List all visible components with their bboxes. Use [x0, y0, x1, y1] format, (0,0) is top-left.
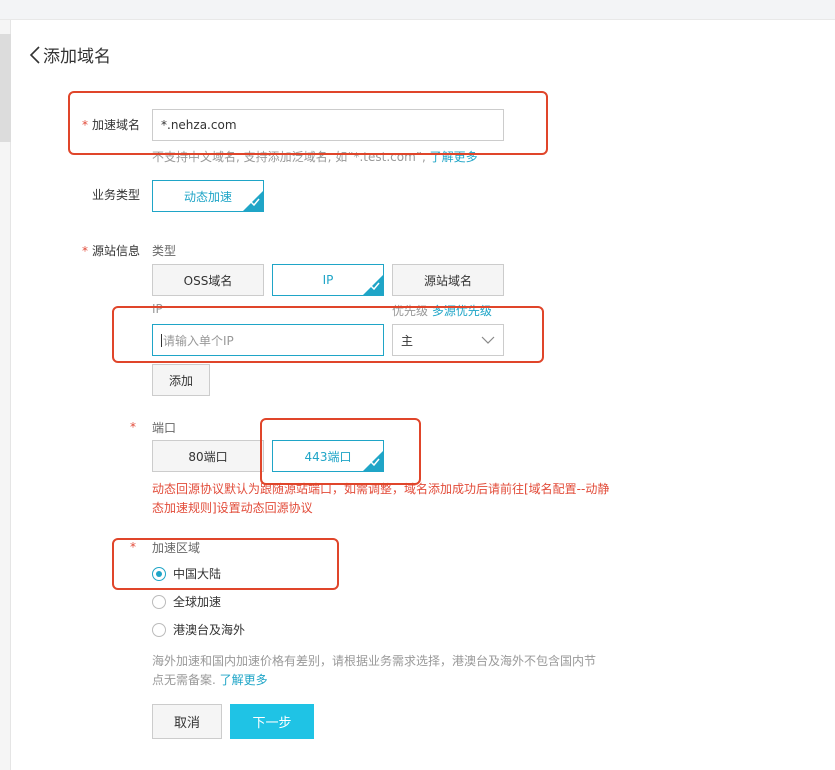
port-80-button[interactable]: 80端口 [152, 440, 264, 472]
left-sidebar-edge [0, 20, 11, 770]
port-443-label: 443端口 [304, 449, 352, 464]
accel-domain-label: * 加速域名 [82, 116, 140, 133]
region-note-text: 海外加速和国内加速价格有差别，请根据业务需求选择，港澳台及海外不包含国内节点无需… [152, 654, 597, 687]
annotation-box-region [112, 538, 339, 590]
page-title: 添加域名 [43, 47, 111, 67]
origin-type-domain-label: 源站域名 [423, 273, 472, 288]
priority-label-text: 优先级 [392, 304, 429, 318]
accel-domain-value: *.nehza.com [161, 118, 237, 132]
region-learn-more-link[interactable]: 了解更多 [220, 673, 268, 687]
top-bar [0, 0, 835, 20]
port-required-mark: * [130, 420, 136, 434]
origin-info-label-text: 源站信息 [92, 244, 141, 258]
service-type-option-label: 动态加速 [183, 189, 232, 204]
chevron-left-icon[interactable] [28, 44, 42, 66]
origin-type-ip-label: IP [322, 273, 334, 287]
multi-origin-priority-link[interactable]: 多源优先级 [432, 304, 492, 318]
accel-domain-label-text: 加速域名 [92, 118, 141, 132]
accel-domain-hint-text: 不支持中文域名, 支持添加泛域名, 如“*.test.com”, [152, 150, 426, 164]
learn-more-link[interactable]: 了解更多 [430, 150, 478, 164]
required-mark: * [82, 244, 88, 258]
region-label: 加速区域 [152, 541, 201, 555]
port-443-button[interactable]: 443端口 [272, 440, 384, 472]
region-required-mark: * [130, 540, 136, 554]
port-80-label: 80端口 [188, 449, 228, 464]
service-type-label: 业务类型 [92, 188, 141, 202]
radio-selected-icon[interactable] [152, 566, 166, 581]
priority-label: 优先级 多源优先级 [392, 302, 492, 319]
radio-icon[interactable] [152, 622, 166, 637]
add-ip-button[interactable]: 添加 [152, 364, 210, 396]
cancel-button-label: 取消 [173, 716, 200, 731]
service-type-dynamic-option[interactable]: 动态加速 [152, 180, 264, 212]
chevron-down-icon [481, 336, 495, 344]
next-step-button[interactable]: 下一步 [230, 704, 314, 739]
origin-info-label: * 源站信息 [82, 242, 140, 259]
origin-type-oss-label: OSS域名 [183, 273, 233, 288]
next-step-button-label: 下一步 [252, 716, 292, 731]
region-option-mainland[interactable]: 中国大陆 [152, 565, 221, 582]
region-option-global[interactable]: 全球加速 [152, 593, 221, 610]
check-icon [363, 451, 383, 471]
sidebar-segment [0, 34, 11, 142]
add-ip-button-label: 添加 [168, 373, 193, 388]
cancel-button[interactable]: 取消 [152, 704, 222, 739]
ip-input-placeholder: 请输入单个IP [163, 333, 234, 348]
region-note: 海外加速和国内加速价格有差别，请根据业务需求选择，港澳台及海外不包含国内节点无需… [152, 652, 602, 690]
text-caret [161, 333, 162, 347]
region-option-mainland-label: 中国大陆 [173, 567, 222, 581]
origin-type-oss-button[interactable]: OSS域名 [152, 264, 264, 296]
priority-select[interactable]: 主 [392, 324, 504, 356]
priority-select-value: 主 [401, 333, 414, 348]
accel-domain-input[interactable]: *.nehza.com [152, 109, 504, 141]
origin-type-ip-button[interactable]: IP [272, 264, 384, 296]
accel-domain-hint: 不支持中文域名, 支持添加泛域名, 如“*.test.com”, 了解更多 [152, 148, 478, 165]
radio-icon[interactable] [152, 594, 166, 609]
check-icon [363, 275, 383, 295]
region-option-overseas[interactable]: 港澳台及海外 [152, 621, 245, 638]
port-label: 端口 [152, 421, 177, 435]
origin-type-label: 类型 [152, 244, 177, 258]
origin-type-domain-button[interactable]: 源站域名 [392, 264, 504, 296]
check-icon [243, 191, 263, 211]
region-option-global-label: 全球加速 [173, 595, 222, 609]
ip-input[interactable]: 请输入单个IP [152, 324, 384, 356]
required-mark: * [82, 118, 88, 132]
port-warning-text: 动态回源协议默认为跟随源站端口，如需调整，域名添加成功后请前往[域名配置--动静… [152, 482, 610, 515]
ip-label: IP [152, 302, 163, 316]
region-option-overseas-label: 港澳台及海外 [173, 623, 246, 637]
